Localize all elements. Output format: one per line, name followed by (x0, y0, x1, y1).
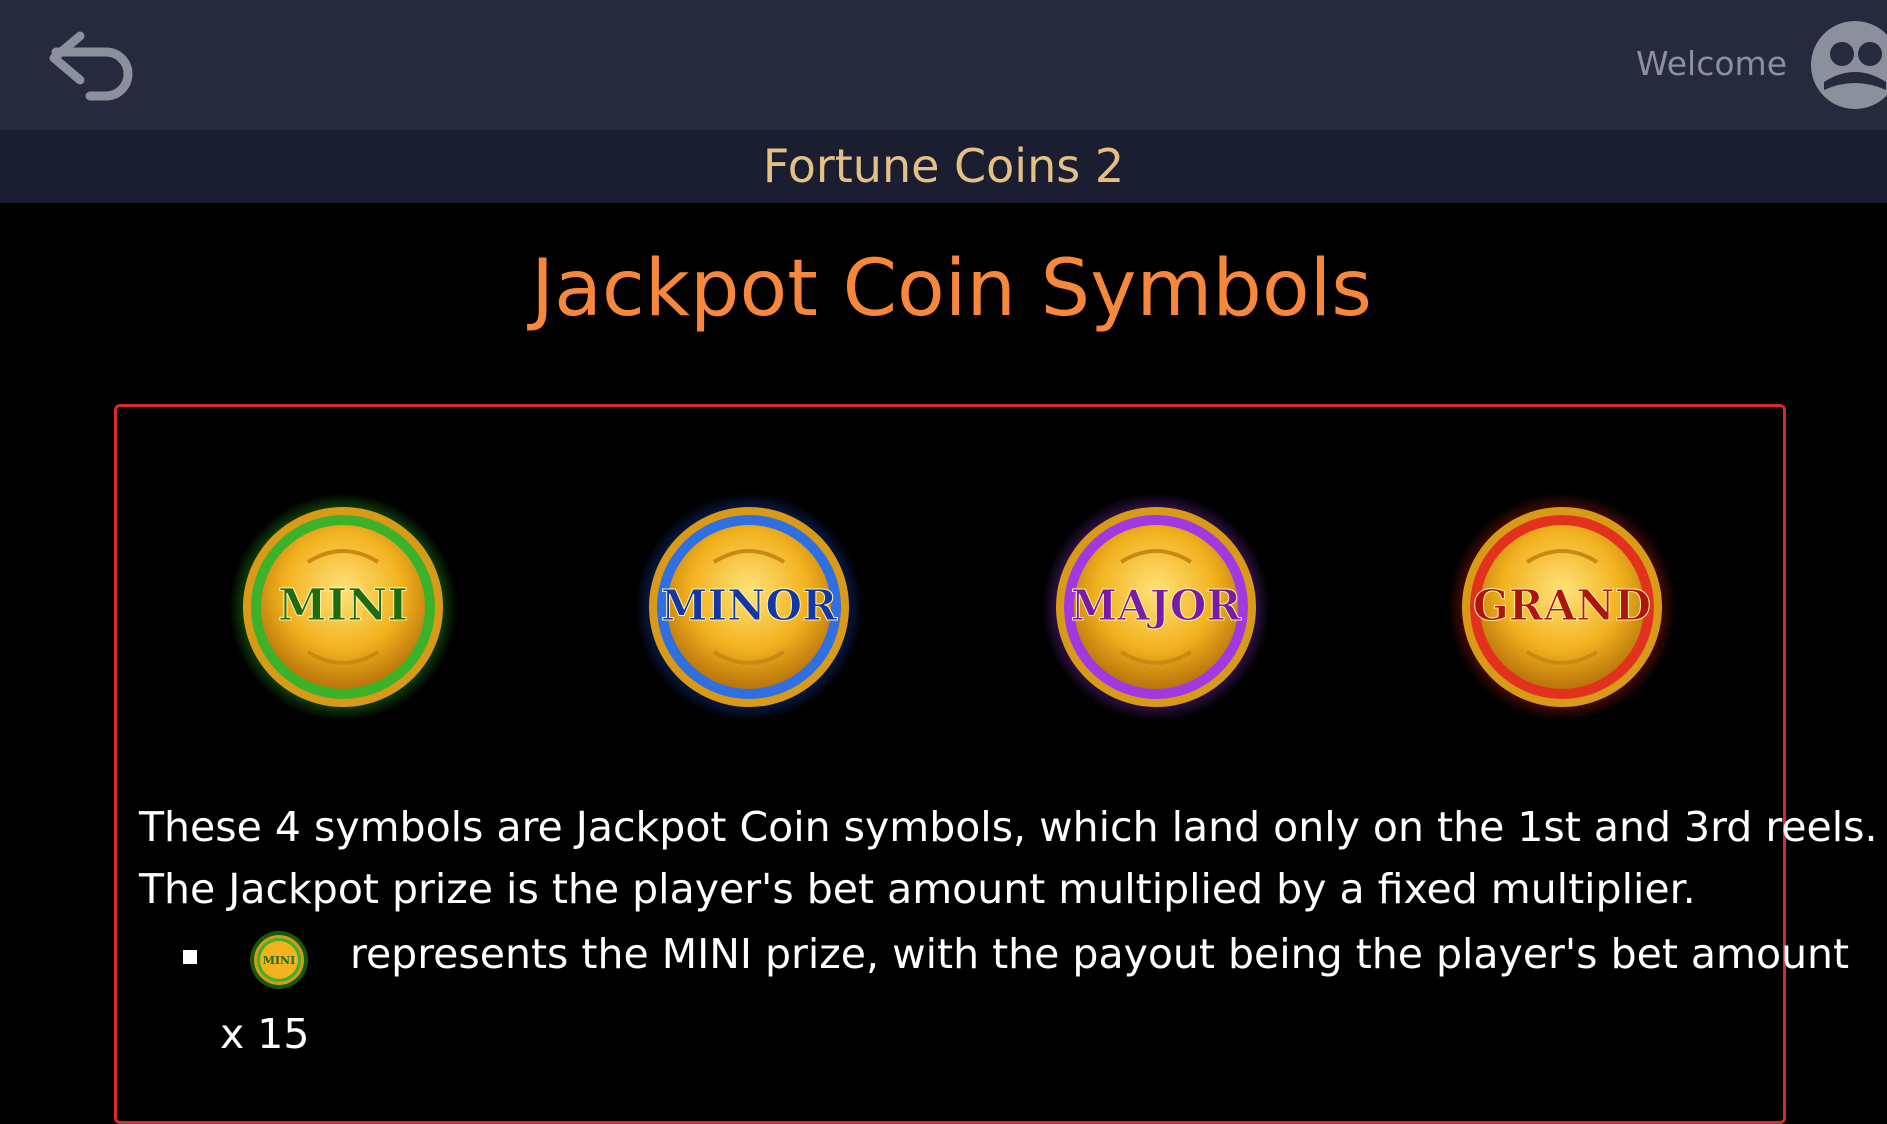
back-button[interactable] (44, 26, 140, 102)
coin-mini-small-icon: MINI (250, 931, 308, 989)
section-heading: Jackpot Coin Symbols (531, 244, 1372, 334)
coin-major-label: MAJOR (1071, 581, 1243, 630)
welcome-label: Welcome (1636, 44, 1787, 83)
coin-minor-icon: MINOR (635, 493, 863, 721)
game-title: Fortune Coins 2 (762, 139, 1125, 193)
coin-mini-icon: MINI (229, 493, 457, 721)
description-line-1: These 4 symbols are Jackpot Coin symbols… (139, 803, 1878, 851)
description-line-2: The Jackpot prize is the player's bet am… (139, 865, 1696, 913)
bullet-mini-text: represents the MINI prize, with the payo… (350, 930, 1850, 978)
user-avatar-button[interactable] (1808, 18, 1887, 112)
back-arrow-icon (49, 31, 133, 101)
coin-grand-icon: GRAND (1448, 493, 1676, 721)
coin-grand-label: GRAND (1473, 581, 1651, 630)
coin-mini-label: MINI (278, 580, 408, 631)
coin-minor-label: MINOR (661, 581, 838, 630)
coin-major-icon: MAJOR (1042, 493, 1270, 721)
bullet-mini-multiplier: x 15 (220, 1010, 310, 1058)
user-avatar-icon (1811, 21, 1887, 109)
coin-mini-small-label: MINI (263, 954, 296, 967)
game-title-bar: Fortune Coins 2 (0, 130, 1887, 203)
jackpot-description: These 4 symbols are Jackpot Coin symbols… (139, 796, 1878, 920)
top-bar: Welcome (0, 0, 1887, 130)
bullet-marker (183, 950, 197, 964)
